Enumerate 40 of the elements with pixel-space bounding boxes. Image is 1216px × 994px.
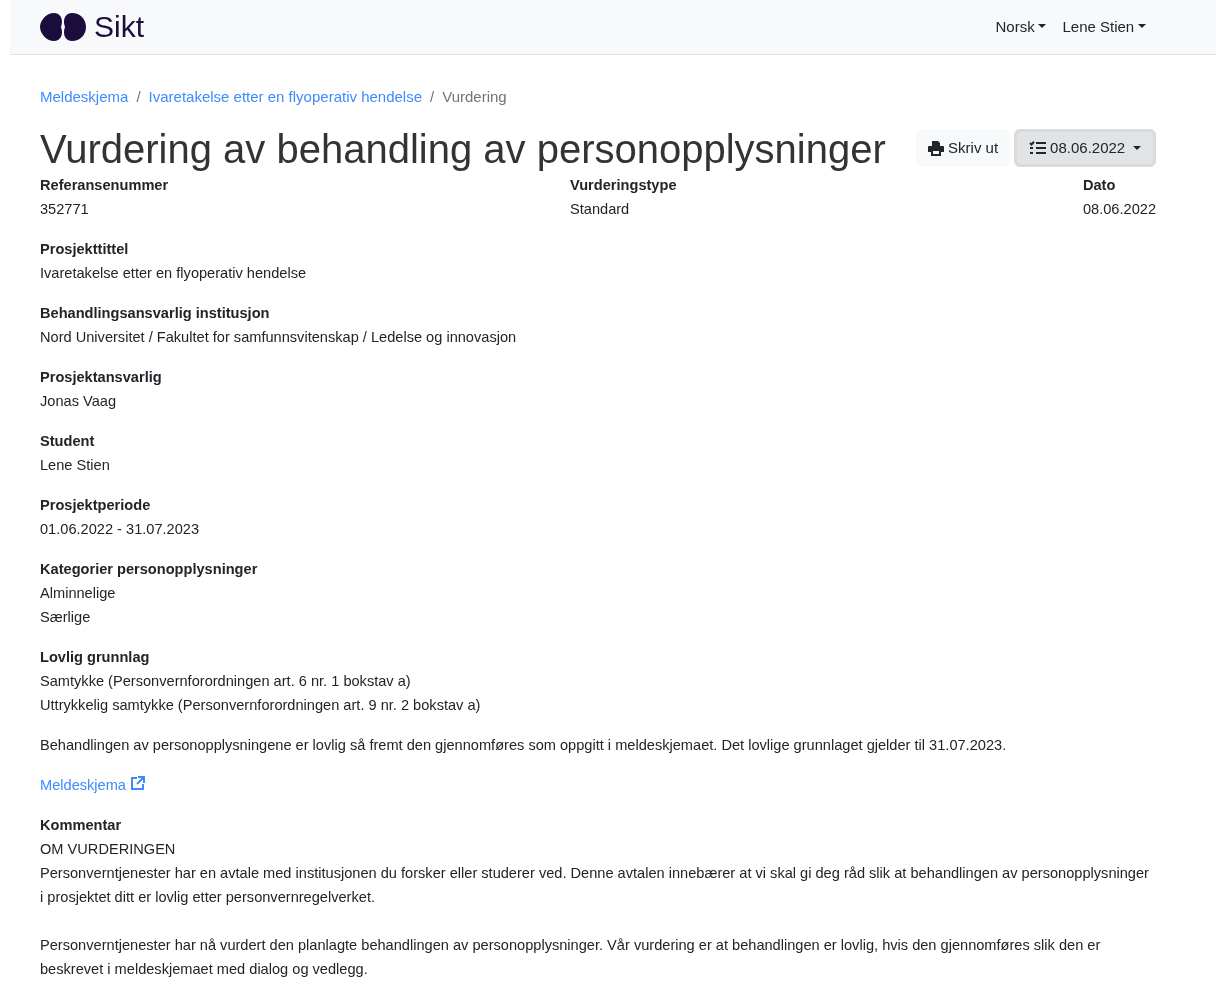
comment-text: OM VURDERINGEN xyxy=(40,840,177,859)
field-label: Prosjektansvarlig xyxy=(40,368,163,387)
field-value: Særlige xyxy=(40,608,92,627)
field-label: Referansenummer xyxy=(40,176,170,195)
comment-text: Personverntjenester har nå vurdert den planlagte behandlingen av personopplysninger. Vår vurdering er at behandlingen er lovlig, hvis den gjennomføres slik den er beskrevet i meldeskjemaet med dialog og vedlegg. xyxy=(40,936,1102,979)
field-value: 352771 xyxy=(40,200,90,219)
brand-name[interactable]: Sikt xyxy=(94,12,144,42)
comment-text: Personverntjenester har en avtale med institusjonen du forsker eller studerer ved. Denne avtalen innebærer at vi skal gi deg råd slik at behandlingen av personopplysninger i prosjektet ditt er lovlig etter personvernregelverket. xyxy=(40,864,1150,907)
logo-icon xyxy=(40,13,86,41)
printer-icon xyxy=(928,140,945,156)
version-dropdown[interactable]: 08.06.2022 xyxy=(1014,129,1156,167)
field-label: Prosjekttittel xyxy=(40,240,130,259)
field-label: Kategorier personopplysninger xyxy=(40,560,259,579)
field-value: Jonas Vaag xyxy=(40,392,117,411)
field-value: Lene Stien xyxy=(40,456,111,475)
field-value: Nord Universitet / Fakultet for samfunnsvitenskap / Ledelse og innovasjon xyxy=(40,328,518,347)
breadcrumb-separator: / xyxy=(429,88,436,105)
field-label: Student xyxy=(40,432,96,451)
print-button[interactable]: Skriv ut xyxy=(916,129,1011,167)
field-label: Prosjektperiode xyxy=(40,496,152,515)
checklist-icon xyxy=(1029,141,1047,155)
field-value: 01.06.2022 - 31.07.2023 xyxy=(40,520,201,539)
field-value: Standard xyxy=(570,200,631,219)
field-value: Samtykke (Personvernforordningen art. 6 nr. 1 bokstav a) xyxy=(40,672,412,691)
field-value: Uttrykkelig samtykke (Personvernforordningen art. 9 nr. 2 bokstav a) xyxy=(40,696,482,715)
external-link-icon xyxy=(130,776,146,791)
field-label: Dato xyxy=(1082,176,1117,195)
field-label: Vurderingstype xyxy=(570,176,678,195)
breadcrumb-separator: / xyxy=(135,88,142,105)
breadcrumb-current: Vurdering xyxy=(442,88,507,105)
menu-link[interactable]: Norsk xyxy=(995,15,1047,39)
field-label: Behandlingsansvarlig institusjon xyxy=(40,304,271,323)
field-label: Lovlig grunnlag xyxy=(40,648,151,667)
statement-text: Behandlingen av personopplysningene er lovlig så fremt den gjennomføres som oppgitt i meldeskjemaet. Det lovlige grunnlaget gjelder til 31.07.2023. xyxy=(40,736,1008,755)
comment-label: Kommentar xyxy=(40,816,123,835)
field-value: 08.06.2022 xyxy=(1082,200,1156,219)
menu-link[interactable]: Lene Stien xyxy=(1062,15,1146,39)
page-title: Vurdering av behandling av personopplysninger xyxy=(40,126,886,173)
field-value: Ivaretakelse etter en flyoperativ hendelse xyxy=(40,264,308,283)
field-value: Alminnelige xyxy=(40,584,117,603)
